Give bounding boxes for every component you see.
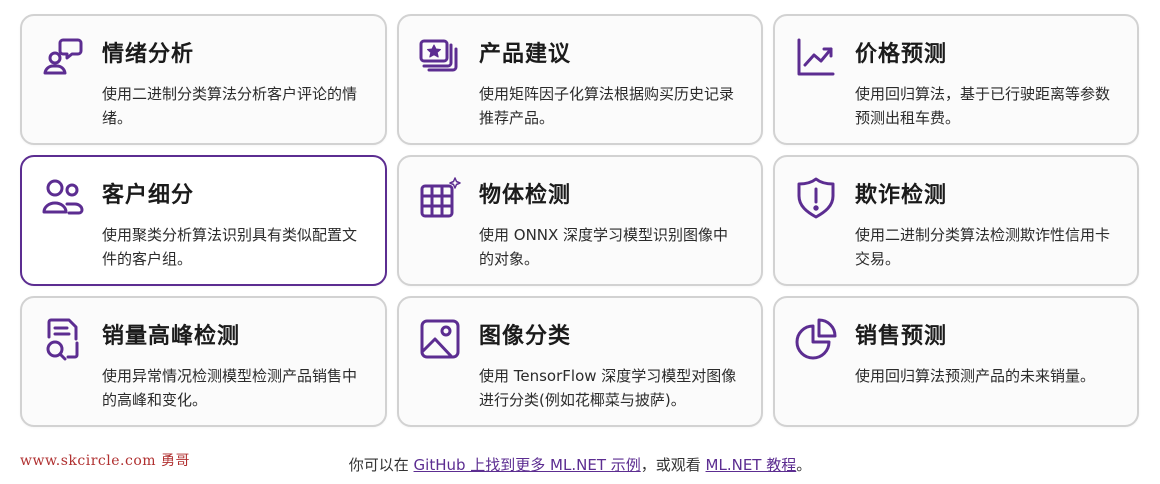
footer-prefix: 你可以在 — [348, 456, 414, 474]
card-title: 欺诈检测 — [855, 183, 948, 208]
footer-text: 你可以在 GitHub 上找到更多 ML.NET 示例，或观看 ML.NET 教… — [0, 454, 1160, 475]
card-description: 使用二进制分类算法分析客户评论的情绪。 — [102, 85, 358, 127]
card-price-prediction[interactable]: 价格预测 使用回归算法，基于已行驶距离等参数预测出租车费。 — [773, 14, 1139, 145]
footer-suffix: 。 — [796, 456, 812, 474]
pie-chart-icon — [793, 316, 839, 362]
card-title: 图像分类 — [479, 324, 572, 349]
card-description: 使用聚类分析算法识别具有类似配置文件的客户组。 — [102, 226, 358, 268]
card-description: 使用矩阵因子化算法根据购买历史记录推荐产品。 — [479, 85, 735, 127]
shield-alert-icon — [793, 175, 839, 221]
footer-middle: ，或观看 — [640, 456, 706, 474]
card-title: 销售预测 — [855, 324, 948, 349]
card-description: 使用回归算法预测产品的未来销量。 — [855, 367, 1096, 385]
image-icon — [417, 316, 463, 362]
tutorials-link[interactable]: ML.NET 教程 — [706, 456, 797, 474]
card-sentiment-analysis[interactable]: 情绪分析 使用二进制分类算法分析客户评论的情绪。 — [20, 14, 387, 145]
card-fraud-detection[interactable]: 欺诈检测 使用二进制分类算法检测欺诈性信用卡交易。 — [773, 155, 1139, 286]
card-image-classification[interactable]: 图像分类 使用 TensorFlow 深度学习模型对图像进行分类(例如花椰菜与披… — [397, 296, 763, 427]
card-description: 使用 TensorFlow 深度学习模型对图像进行分类(例如花椰菜与披萨)。 — [479, 367, 737, 409]
card-sales-forecasting[interactable]: 销售预测 使用回归算法预测产品的未来销量。 — [773, 296, 1139, 427]
card-title: 产品建议 — [479, 42, 572, 67]
card-title: 物体检测 — [479, 183, 572, 208]
card-product-recommendation[interactable]: 产品建议 使用矩阵因子化算法根据购买历史记录推荐产品。 — [397, 14, 763, 145]
card-description: 使用二进制分类算法检测欺诈性信用卡交易。 — [855, 226, 1111, 268]
grid-sparkle-icon — [417, 175, 463, 221]
card-spike-detection[interactable]: 销量高峰检测 使用异常情况检测模型检测产品销售中的高峰和变化。 — [20, 296, 387, 427]
card-title: 价格预测 — [855, 42, 948, 67]
stacked-star-cards-icon — [417, 34, 463, 80]
document-search-icon — [40, 316, 86, 362]
card-title: 情绪分析 — [102, 42, 195, 67]
card-title: 销量高峰检测 — [102, 324, 241, 349]
people-group-icon — [40, 175, 86, 221]
card-title: 客户细分 — [102, 183, 195, 208]
card-object-detection[interactable]: 物体检测 使用 ONNX 深度学习模型识别图像中的对象。 — [397, 155, 763, 286]
github-samples-link[interactable]: GitHub 上找到更多 ML.NET 示例 — [414, 456, 641, 474]
trend-chart-icon — [793, 34, 839, 80]
card-description: 使用回归算法，基于已行驶距离等参数预测出租车费。 — [855, 85, 1111, 127]
scenario-card-grid: 情绪分析 使用二进制分类算法分析客户评论的情绪。 产品建议 使用矩阵因子化算法根… — [20, 14, 1139, 427]
chat-bubbles-icon — [40, 34, 86, 80]
card-description: 使用异常情况检测模型检测产品销售中的高峰和变化。 — [102, 367, 358, 409]
card-description: 使用 ONNX 深度学习模型识别图像中的对象。 — [479, 226, 729, 268]
card-customer-segmentation[interactable]: 客户细分 使用聚类分析算法识别具有类似配置文件的客户组。 — [20, 155, 387, 286]
